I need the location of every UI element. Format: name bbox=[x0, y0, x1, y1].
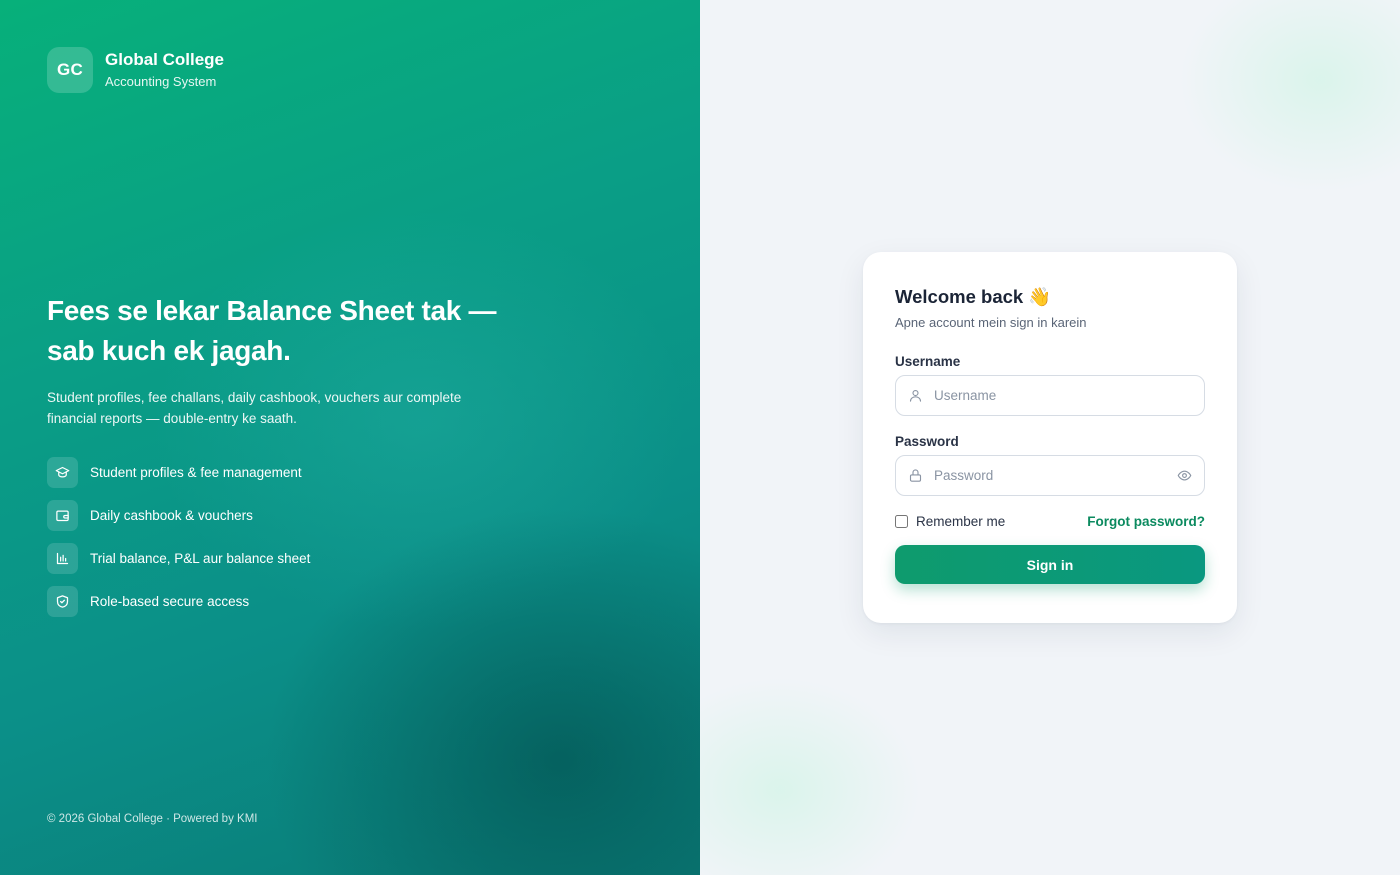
brand-name: Global College bbox=[105, 50, 225, 69]
login-subtitle: Apne account mein sign in karein bbox=[895, 315, 1087, 330]
username-field[interactable] bbox=[895, 375, 1205, 416]
remember-checkbox[interactable] bbox=[895, 515, 908, 528]
feature-item: Daily cashbook & vouchers bbox=[47, 499, 310, 531]
password-label: Password bbox=[895, 434, 959, 449]
remember-me[interactable]: Remember me bbox=[895, 514, 1005, 529]
brand-subtitle: Accounting System bbox=[105, 74, 217, 89]
graduation-cap-icon bbox=[47, 456, 78, 488]
logo: GC bbox=[47, 47, 93, 93]
feature-item: Trial balance, P&L aur balance sheet bbox=[47, 542, 310, 574]
footer-copyright: © 2026 Global College · Powered by KMI bbox=[47, 813, 258, 825]
login-panel: Welcome back 👋 Apne account mein sign in… bbox=[700, 0, 1400, 875]
brand: GC Global College Accounting System bbox=[47, 47, 224, 93]
feature-item: Student profiles & fee management bbox=[47, 456, 310, 488]
feature-list: Student profiles & fee management Daily … bbox=[47, 456, 310, 628]
password-input[interactable] bbox=[934, 468, 1171, 483]
feature-label: Daily cashbook & vouchers bbox=[90, 507, 253, 523]
feature-label: Trial balance, P&L aur balance sheet bbox=[90, 550, 311, 566]
hero-description: Student profiles, fee challans, daily ca… bbox=[47, 390, 462, 426]
login-title: Welcome back 👋 bbox=[895, 286, 1052, 307]
feature-item: Role-based secure access bbox=[47, 585, 310, 617]
shield-check-icon bbox=[47, 585, 78, 617]
brand-panel: GC Global College Accounting System Fees… bbox=[0, 0, 700, 875]
username-label: Username bbox=[895, 354, 961, 369]
username-input[interactable] bbox=[934, 388, 1192, 403]
sign-in-button[interactable]: Sign in bbox=[895, 545, 1205, 584]
forgot-password-link[interactable]: Forgot password? bbox=[1087, 514, 1205, 529]
hero: Fees se lekar Balance Sheet tak — sab ku… bbox=[47, 291, 517, 429]
user-icon bbox=[908, 388, 923, 403]
remember-label: Remember me bbox=[916, 514, 1006, 529]
feature-label: Student profiles & fee management bbox=[90, 464, 302, 480]
feature-label: Role-based secure access bbox=[90, 593, 250, 609]
bar-chart-icon bbox=[47, 542, 78, 574]
wallet-icon bbox=[47, 499, 78, 531]
eye-icon[interactable] bbox=[1177, 468, 1192, 483]
lock-icon bbox=[908, 468, 923, 483]
hero-title: Fees se lekar Balance Sheet tak — sab ku… bbox=[47, 295, 497, 366]
password-field[interactable] bbox=[895, 455, 1205, 496]
login-card: Welcome back 👋 Apne account mein sign in… bbox=[863, 252, 1237, 623]
